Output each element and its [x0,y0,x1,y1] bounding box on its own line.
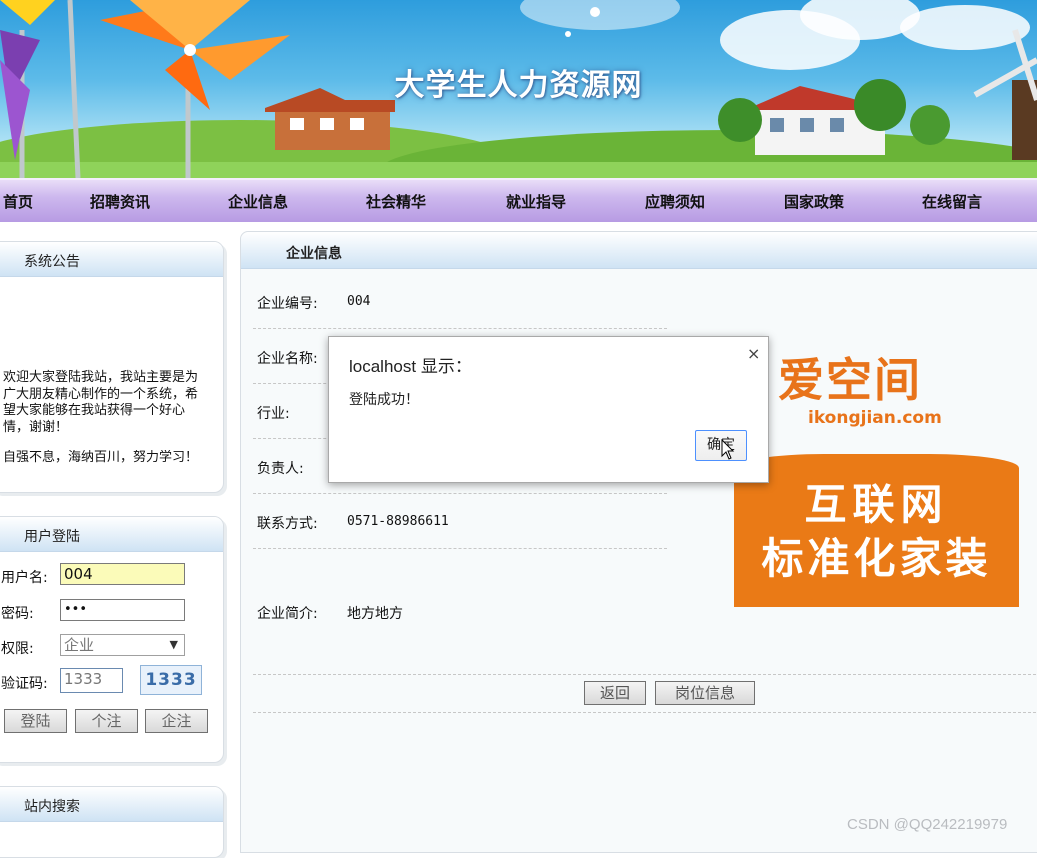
field-value-contact: 0571-88986611 [347,514,449,529]
username-input[interactable]: 004 [60,563,185,585]
ad-banner[interactable]: 互联网 标准化家装 [734,454,1019,607]
nav-item-messages[interactable]: 在线留言 [922,180,982,224]
back-button[interactable]: 返回 [584,681,646,705]
field-value-company-id: 004 [347,294,371,309]
row-divider [253,493,667,494]
close-icon[interactable]: × [747,344,760,363]
nav-item-companies[interactable]: 企业信息 [228,180,288,224]
ad-domain: ikongjian.com [808,408,942,428]
ad-logo[interactable]: 爱空间 ikongjian.com [778,352,942,428]
field-label-manager: 负责人: [257,461,304,477]
main-nav: 首页 招聘资讯 企业信息 社会精华 就业指导 应聘须知 国家政策 在线留言 [0,178,1037,222]
login-title: 用户登陆 [0,517,223,552]
dialog-title: localhost 显示： [349,357,472,376]
company-info-header: 企业信息 [241,232,1037,269]
captcha-label: 验证码: [1,676,48,692]
notice-panel: 系统公告 欢迎大家登陆我站，我站主要是为广大朋友精心制作的一个系统，希望大家能够… [0,241,224,493]
company-info-title: 企业信息 [286,246,342,262]
row-divider [253,674,1037,675]
company-register-button[interactable]: 企注 [145,709,208,733]
alert-dialog: localhost 显示： × 登陆成功！ 确定 [328,336,769,483]
site-title: 大学生人力资源网 [394,68,643,103]
site-banner: 大学生人力资源网 [0,0,1037,178]
row-divider [253,548,667,549]
field-label-intro: 企业简介: [257,606,318,622]
search-panel: 站内搜索 [0,786,224,858]
ad-line-2: 标准化家装 [761,534,992,583]
ad-logo-text: 爱空间 [778,353,922,407]
field-value-intro: 地方地方 [347,606,403,622]
role-select-value: 企业 [64,636,95,654]
row-divider [253,712,1037,713]
captcha-input[interactable]: 1333 [60,668,123,693]
notice-title: 系统公告 [0,242,223,277]
search-title: 站内搜索 [0,787,223,822]
nav-item-home[interactable]: 首页 [3,180,33,224]
field-label-company-name: 企业名称: [257,351,318,367]
notice-motto: 自强不息，海纳百川，努力学习！ [3,450,199,465]
role-label: 权限: [1,641,34,657]
field-label-company-id: 企业编号: [257,296,318,312]
nav-item-jobs-news[interactable]: 招聘资讯 [90,180,150,224]
ad-line-1: 互联网 [804,480,949,529]
row-divider [253,328,667,329]
watermark-text: CSDN @QQ242219979 [847,816,1008,833]
password-input[interactable]: ••• [60,599,185,621]
field-label-industry: 行业: [257,406,290,422]
role-select[interactable]: 企业 ▼ [60,634,185,656]
username-label: 用户名: [1,570,48,586]
login-panel: 用户登陆 用户名: 004 密码: ••• 权限: 企业 ▼ 验证码: 1333… [0,516,224,763]
nav-item-notes[interactable]: 应聘须知 [645,180,705,224]
nav-item-policy[interactable]: 国家政策 [784,180,844,224]
nav-item-essence[interactable]: 社会精华 [366,180,426,224]
captcha-image[interactable]: 1333 [140,665,202,695]
job-info-button[interactable]: 岗位信息 [655,681,755,705]
personal-register-button[interactable]: 个注 [75,709,138,733]
notice-text: 欢迎大家登陆我站，我站主要是为广大朋友精心制作的一个系统，希望大家能够在我站获得… [3,370,199,435]
login-button[interactable]: 登陆 [4,709,67,733]
mouse-cursor-icon [721,439,735,460]
chevron-down-icon: ▼ [169,638,178,651]
field-label-contact: 联系方式: [257,516,318,532]
password-label: 密码: [1,606,34,622]
nav-item-guidance[interactable]: 就业指导 [506,180,566,224]
dialog-message: 登陆成功！ [349,392,419,408]
